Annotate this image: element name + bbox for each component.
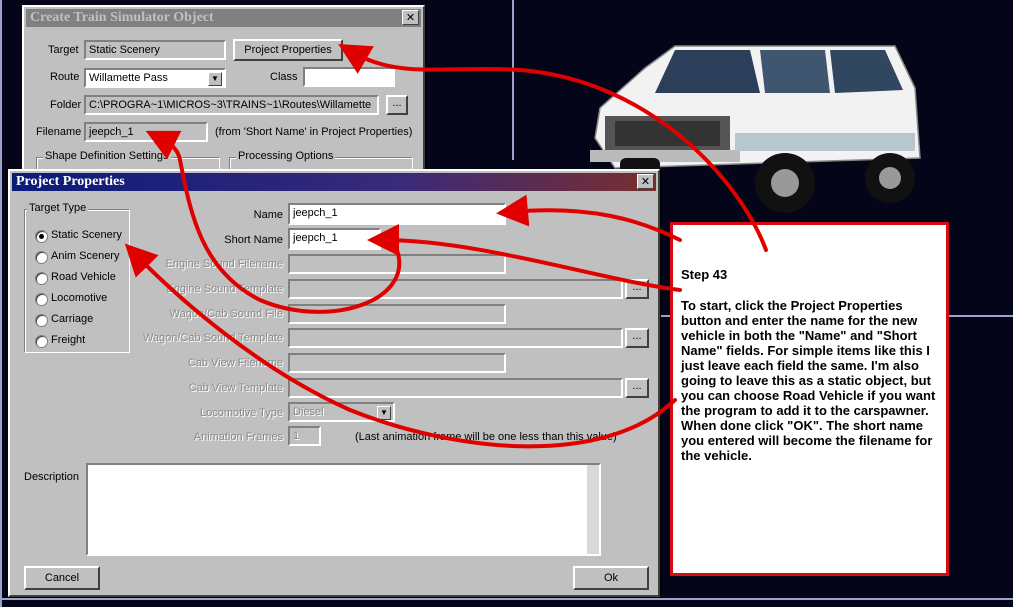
ok-button[interactable]: Ok xyxy=(573,566,649,590)
folder-field: C:\PROGRA~1\MICROS~3\TRAINS~1\Routes\Wil… xyxy=(84,95,379,115)
project-properties-button[interactable]: Project Properties xyxy=(233,39,343,61)
radio-road-vehicle[interactable] xyxy=(35,272,48,285)
dialog-title: Project Properties xyxy=(16,174,125,189)
cab-view-filename-input xyxy=(288,353,506,373)
cancel-button[interactable]: Cancel xyxy=(24,566,100,590)
create-object-titlebar: Create Train Simulator Object xyxy=(26,9,421,27)
wagon-cab-sound-template-label: Wagon/Cab Sound Template xyxy=(142,332,283,344)
radio-label: Locomotive xyxy=(51,292,108,304)
class-label: Class xyxy=(270,71,298,83)
animation-frames-input: 1 xyxy=(288,426,321,446)
filename-field: jeepch_1 xyxy=(84,122,208,142)
target-type-group: Target Type Static Scenery Anim Scenery Ro… xyxy=(24,202,130,353)
radio-label: Anim Scenery xyxy=(51,250,120,262)
project-properties-window: Project Properties ✕ Target Type Static … xyxy=(8,169,660,597)
animation-frames-note: (Last animation frame will be one less t… xyxy=(355,431,617,443)
route-label: Route xyxy=(50,71,80,83)
close-icon[interactable]: ✕ xyxy=(402,10,419,25)
cab-view-template-input xyxy=(288,378,623,398)
cab-view-template-browse-button[interactable]: ... xyxy=(625,378,649,398)
name-input[interactable]: jeepch_1 xyxy=(288,203,506,225)
folder-label: Folder xyxy=(50,99,82,111)
route-select[interactable]: Willamette Pass ▼ xyxy=(84,68,226,88)
description-scrollbar[interactable] xyxy=(587,465,599,554)
folder-browse-button[interactable]: ... xyxy=(386,95,408,115)
shape-definition-title: Shape Definition Settings xyxy=(43,150,171,162)
engine-sound-filename-label: Engine Sound Filename xyxy=(165,258,283,270)
short-name-label: Short Name xyxy=(224,234,283,246)
chevron-down-icon: ▼ xyxy=(377,406,391,420)
class-input[interactable] xyxy=(303,67,395,87)
chevron-down-icon[interactable]: ▼ xyxy=(208,72,222,86)
radio-selected-dot xyxy=(39,234,44,239)
close-icon[interactable]: ✕ xyxy=(637,174,654,189)
engine-sound-filename-input xyxy=(288,254,506,274)
radio-label: Static Scenery xyxy=(51,229,122,241)
engine-sound-template-browse-button[interactable]: ... xyxy=(625,279,649,299)
target-field: Static Scenery xyxy=(84,40,226,60)
filename-label: Filename xyxy=(36,126,82,138)
short-name-input[interactable]: jeepch_1 xyxy=(288,228,381,250)
bg-line xyxy=(0,0,2,607)
create-object-window: Create Train Simulator Object ✕ Target S… xyxy=(22,5,425,189)
locomotive-type-value: Diesel xyxy=(293,406,324,418)
locomotive-type-select: Diesel ▼ xyxy=(288,402,395,422)
window-title: Create Train Simulator Object xyxy=(30,10,214,25)
filename-note: (from 'Short Name' in Project Properties… xyxy=(215,126,413,138)
bg-line xyxy=(0,598,1013,600)
annotation-step: Step 43 xyxy=(681,267,728,282)
wagon-cab-sound-file-label: Wagon/Cab Sound File xyxy=(169,308,283,320)
radio-static-scenery[interactable] xyxy=(35,230,48,243)
target-type-title: Target Type xyxy=(27,202,89,214)
route-value: Willamette Pass xyxy=(89,72,168,84)
radio-carriage[interactable] xyxy=(35,314,48,327)
bg-line xyxy=(512,0,514,160)
animation-frames-label: Animation Frames xyxy=(193,431,283,443)
radio-label: Carriage xyxy=(51,313,94,325)
cab-view-template-label: Cab View Template xyxy=(188,382,283,394)
engine-sound-template-input xyxy=(288,279,623,299)
annotation-text: To start, click the Project Properties b… xyxy=(681,298,936,463)
engine-sound-template-label: Engine Sound Template xyxy=(166,283,283,295)
description-label: Description xyxy=(24,471,80,483)
annotation-box: Step 43 To start, click the Project Prop… xyxy=(670,222,949,576)
wagon-cab-sound-template-browse-button[interactable]: ... xyxy=(625,328,649,348)
radio-label: Freight xyxy=(51,334,86,346)
description-textarea[interactable] xyxy=(86,463,601,556)
target-label: Target xyxy=(48,44,79,56)
wagon-cab-sound-template-input xyxy=(288,328,623,348)
radio-locomotive[interactable] xyxy=(35,293,48,306)
locomotive-type-label: Locomotive Type xyxy=(200,407,283,419)
wagon-cab-sound-file-input xyxy=(288,304,506,324)
radio-freight[interactable] xyxy=(35,335,48,348)
project-properties-titlebar: Project Properties xyxy=(12,173,656,191)
radio-label: Road Vehicle xyxy=(51,271,116,283)
processing-options-title: Processing Options xyxy=(236,150,336,162)
name-label: Name xyxy=(253,209,283,221)
radio-anim-scenery[interactable] xyxy=(35,251,48,264)
cab-view-filename-label: Cab View Filename xyxy=(187,357,283,369)
